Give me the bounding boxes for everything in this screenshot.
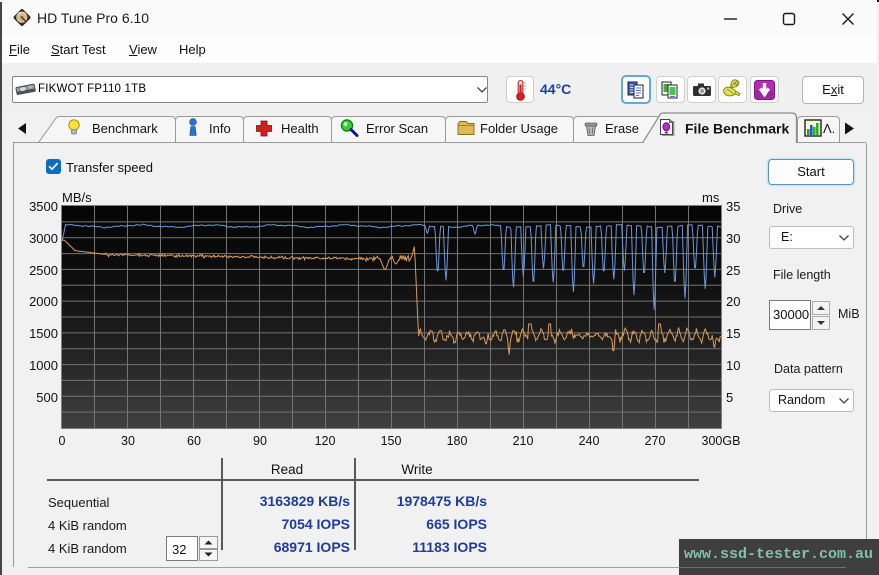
svg-text:Benchmark: Benchmark [92,121,158,136]
svg-text:Health: Health [281,121,319,136]
svg-text:Erase: Erase [605,121,639,136]
svg-text:Error Scan: Error Scan [366,121,428,136]
svg-text:Λ.: Λ. [823,121,835,136]
svg-text:File Benchmark: File Benchmark [685,121,789,137]
svg-text:Info: Info [209,121,231,136]
svg-text:Folder Usage: Folder Usage [480,121,558,136]
